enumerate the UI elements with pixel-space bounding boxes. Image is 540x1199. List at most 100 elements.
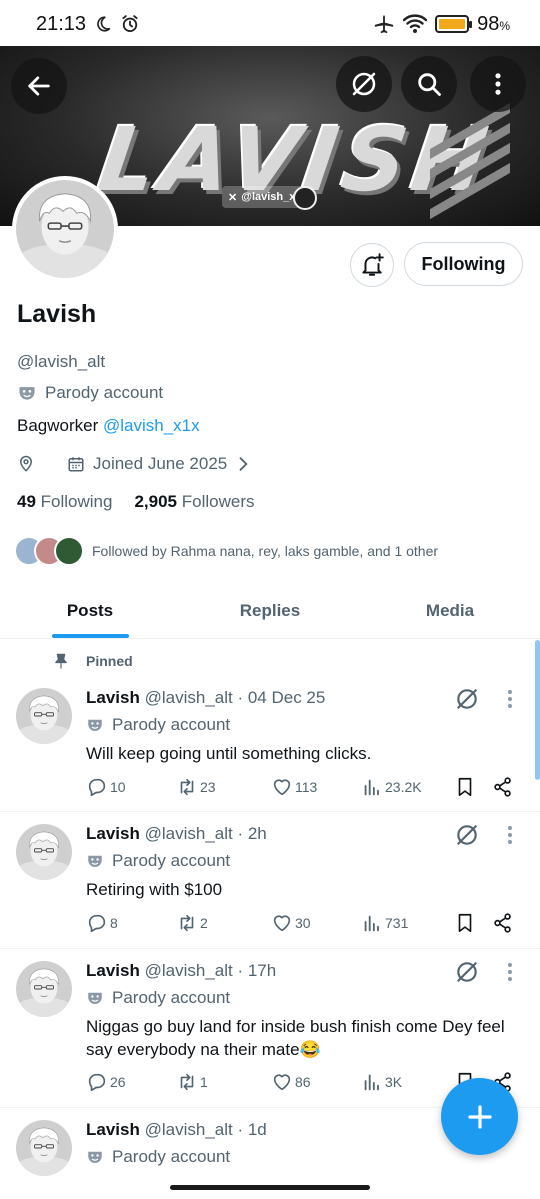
post-parody-text: Parody account: [112, 1147, 231, 1166]
post-avatar[interactable]: [16, 1120, 72, 1176]
chevron-right-icon[interactable]: [233, 454, 253, 474]
post-parody-label: Parody account: [86, 715, 230, 735]
share-icon: [492, 776, 514, 798]
reply-button[interactable]: 10: [86, 776, 126, 798]
reply-button[interactable]: 8: [86, 912, 118, 934]
wifi-icon: [403, 14, 428, 33]
post-author: Lavish: [86, 824, 140, 843]
following-label: Following: [40, 492, 113, 511]
like-button[interactable]: 113: [271, 776, 317, 798]
grok-icon[interactable]: [454, 686, 480, 712]
home-indicator[interactable]: [170, 1185, 370, 1190]
share-button[interactable]: [492, 776, 514, 798]
post[interactable]: Lavish @lavish_alt · 2h Parody account R…: [0, 812, 540, 949]
post-parody-label: Parody account: [86, 1147, 230, 1167]
repost-icon: [176, 776, 198, 798]
post-avatar-image: [16, 688, 72, 744]
banner-decoration: [430, 102, 510, 220]
post-avatar-image: [16, 961, 72, 1017]
parody-label: Parody account: [17, 383, 163, 403]
following-button[interactable]: Following: [404, 242, 523, 286]
post[interactable]: Lavish @lavish_alt · 04 Dec 25 Parody ac…: [0, 640, 540, 812]
profile-bio: Bagworker @lavish_x1x: [17, 416, 200, 436]
post-avatar-image: [16, 1120, 72, 1176]
post-meta: @lavish_alt · 1d: [144, 1120, 267, 1139]
like-button[interactable]: 86: [271, 1071, 311, 1093]
repost-icon: [176, 1071, 198, 1093]
search-button[interactable]: [401, 56, 457, 112]
post-meta: @lavish_alt · 17h: [144, 961, 277, 980]
mask-icon: [86, 1148, 104, 1166]
post-text: Retiring with $100: [86, 880, 223, 899]
post-more-icon[interactable]: [508, 963, 512, 981]
followed-by-row[interactable]: Followed by Rahma nana, rey, laks gamble…: [14, 536, 438, 566]
location-icon: [19, 455, 33, 472]
reply-button[interactable]: 26: [86, 1071, 126, 1093]
more-options-button[interactable]: [470, 56, 526, 112]
joined-date: Joined June 2025: [93, 454, 228, 473]
profile-name: Lavish: [17, 300, 97, 328]
status-time: 21:13: [36, 12, 87, 35]
mask-icon: [17, 383, 37, 403]
like-button[interactable]: 30: [271, 912, 311, 934]
repost-count: 2: [200, 915, 208, 931]
like-icon: [271, 912, 293, 934]
grok-icon: [349, 69, 379, 99]
banner-disc: [293, 186, 317, 210]
views-button[interactable]: 23.2K: [361, 776, 422, 798]
post-avatar-image: [16, 824, 72, 880]
tab-media[interactable]: Media: [360, 583, 540, 638]
post-meta: @lavish_alt · 04 Dec 25: [144, 688, 326, 707]
post-actions: 8 2 30 731: [86, 912, 516, 934]
following-count: 49: [17, 492, 36, 511]
back-button[interactable]: [11, 58, 67, 114]
views-count: 3K: [385, 1074, 403, 1090]
views-icon: [361, 776, 383, 798]
airplane-icon: [374, 15, 394, 34]
post-meta: @lavish_alt · 2h: [144, 824, 267, 843]
post-parody-label: Parody account: [86, 988, 230, 1008]
grok-button[interactable]: [336, 56, 392, 112]
following-link[interactable]: 49 Following: [17, 492, 112, 512]
post-header: Lavish @lavish_alt · 2h: [86, 824, 267, 844]
post-avatar[interactable]: [16, 961, 72, 1017]
compose-plus-icon: [467, 1104, 492, 1129]
post-header: Lavish @lavish_alt · 1d: [86, 1120, 267, 1140]
views-button[interactable]: 3K: [361, 1071, 402, 1093]
tab-posts[interactable]: Posts: [0, 583, 180, 638]
post-more-icon[interactable]: [508, 690, 512, 708]
post-author: Lavish: [86, 688, 140, 707]
repost-button[interactable]: 1: [176, 1071, 208, 1093]
follower-avatar: [54, 536, 84, 566]
compose-button[interactable]: [441, 1078, 518, 1155]
grok-icon[interactable]: [454, 822, 480, 848]
reply-icon: [86, 776, 108, 798]
post-header: Lavish @lavish_alt · 04 Dec 25: [86, 688, 325, 708]
notify-button[interactable]: [350, 243, 394, 287]
grok-icon[interactable]: [454, 959, 480, 985]
repost-button[interactable]: 23: [176, 776, 216, 798]
share-button[interactable]: [492, 912, 514, 934]
mask-icon: [86, 716, 104, 734]
followed-by-text: Followed by Rahma nana, rey, laks gamble…: [92, 543, 439, 559]
reply-icon: [86, 1071, 108, 1093]
post-more-icon[interactable]: [508, 826, 512, 844]
post-avatar[interactable]: [16, 688, 72, 744]
bookmark-button[interactable]: [454, 776, 476, 798]
more-vertical-icon: [495, 73, 501, 95]
bookmark-button[interactable]: [454, 912, 476, 934]
share-icon: [492, 912, 514, 934]
post-avatar[interactable]: [16, 824, 72, 880]
bell-plus-icon: [362, 253, 384, 276]
scrollbar-thumb[interactable]: [535, 640, 540, 780]
like-count: 86: [295, 1074, 311, 1090]
repost-button[interactable]: 2: [176, 912, 208, 934]
views-button[interactable]: 731: [361, 912, 408, 934]
post-actions: 10 23 113 23.2K: [86, 776, 516, 798]
followers-link[interactable]: 2,905 Followers: [134, 492, 254, 512]
profile-handle: @lavish_alt: [17, 352, 106, 371]
profile-avatar[interactable]: [12, 176, 118, 282]
tab-indicator: [52, 634, 129, 638]
tab-replies[interactable]: Replies: [180, 583, 360, 638]
bio-mention-link[interactable]: @lavish_x1x: [103, 416, 200, 435]
